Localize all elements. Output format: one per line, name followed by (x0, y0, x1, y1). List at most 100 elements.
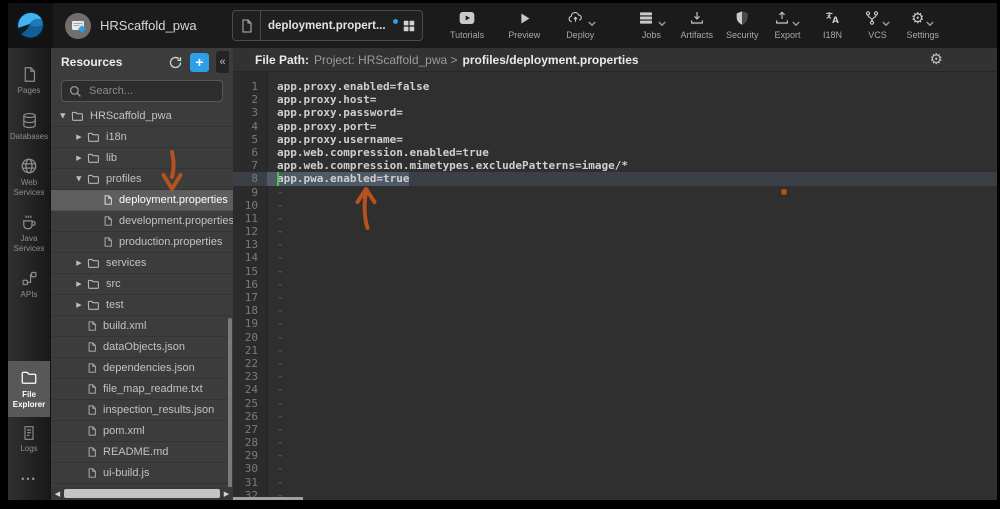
code-line[interactable]: 6app.web.compression.enabled=true (233, 146, 997, 159)
caret-collapsed-icon[interactable]: ▶ (73, 280, 85, 288)
code-line[interactable]: 3app.proxy.password= (233, 106, 997, 119)
play-icon (517, 11, 532, 26)
code-line[interactable]: 17- (233, 291, 997, 304)
tree-item-inspection-results-json[interactable]: inspection_results.json (51, 400, 233, 421)
code-line[interactable]: 12- (233, 225, 997, 238)
grid-icon[interactable] (402, 19, 416, 33)
code-line[interactable]: 25- (233, 397, 997, 410)
tree-item-src[interactable]: ▶src (51, 274, 233, 295)
folder-small-icon (71, 110, 84, 123)
code-line[interactable]: 20- (233, 331, 997, 344)
code-line[interactable]: 11- (233, 212, 997, 225)
code-line[interactable]: 1app.proxy.enabled=false (233, 80, 997, 93)
tree-item-pom-xml[interactable]: pom.xml (51, 421, 233, 442)
topbar-action-artifacts[interactable]: Artifacts (680, 9, 713, 40)
caret-expanded-icon[interactable]: ▶ (59, 110, 67, 122)
sidebar-item-logs[interactable]: Logs (8, 417, 50, 462)
search-input[interactable] (61, 80, 223, 102)
tree-item-dependencies-json[interactable]: dependencies.json (51, 358, 233, 379)
server-icon (636, 10, 656, 26)
code-line[interactable]: 9- (233, 186, 997, 199)
app-logo[interactable] (8, 3, 53, 48)
modified-indicator (393, 19, 398, 24)
code-line[interactable]: 2app.proxy.host= (233, 93, 997, 106)
sidebar-item-file-explorer[interactable]: File Explorer (8, 361, 50, 417)
code-line[interactable]: 19- (233, 317, 997, 330)
code-line[interactable]: 18- (233, 304, 997, 317)
tree-item-profiles[interactable]: ▶profiles (51, 169, 233, 190)
sidebar-item-pages[interactable]: Pages (8, 58, 50, 104)
sidebar-item-web-services[interactable]: Web Services (8, 149, 50, 205)
code-line[interactable]: 29- (233, 449, 997, 462)
code-line[interactable]: 16- (233, 278, 997, 291)
tab-deployment-properties[interactable]: deployment.propert... (232, 10, 423, 41)
code-line[interactable]: 5app.proxy.username= (233, 133, 997, 146)
sidebar-item-java-services[interactable]: Java Services (8, 205, 50, 261)
editor-settings-gear-icon[interactable]: ⚙ (930, 50, 943, 68)
tree-vertical-scrollbar[interactable] (228, 318, 232, 487)
tree-item-production-properties[interactable]: production.properties (51, 232, 233, 253)
code-line[interactable]: 22- (233, 357, 997, 370)
code-line[interactable]: 14- (233, 251, 997, 264)
resources-title: Resources (61, 55, 161, 69)
tree-item-file-map-readme-txt[interactable]: file_map_readme.txt (51, 379, 233, 400)
add-resource-button[interactable]: + (190, 53, 209, 72)
scroll-left-icon[interactable]: ◀ (53, 490, 62, 498)
tree-horizontal-scrollbar[interactable]: ◀ ▶ (51, 487, 233, 500)
coffee-icon (20, 213, 38, 231)
code-line[interactable]: 32- (233, 489, 997, 500)
topbar-action-tutorials[interactable]: Tutorials (450, 9, 484, 40)
caret-collapsed-icon[interactable]: ▶ (73, 259, 85, 267)
code-line[interactable]: 8app.pwa.enabled=true (233, 172, 997, 185)
tree-item-i18n[interactable]: ▶i18n (51, 127, 233, 148)
code-line[interactable]: 21- (233, 344, 997, 357)
code-editor[interactable]: 1app.proxy.enabled=false 2app.proxy.host… (233, 72, 997, 500)
code-line[interactable]: 27- (233, 423, 997, 436)
code-line[interactable]: 13- (233, 238, 997, 251)
sidebar-item-more[interactable]: ••• (8, 462, 50, 500)
code-line[interactable]: 24- (233, 383, 997, 396)
tree-item-deployment-properties[interactable]: deployment.properties (51, 190, 233, 211)
tree-item-services[interactable]: ▶services (51, 253, 233, 274)
topbar-action-settings[interactable]: ⚙ Settings (906, 9, 939, 40)
caret-collapsed-icon[interactable]: ▶ (73, 133, 85, 141)
code-line[interactable]: 7app.web.compression.mimetypes.excludePa… (233, 159, 997, 172)
file-small-icon (87, 425, 97, 437)
sidebar-item-databases[interactable]: Databases (8, 104, 50, 150)
tree-item-lib[interactable]: ▶lib (51, 148, 233, 169)
code-line[interactable]: 15- (233, 265, 997, 278)
code-line[interactable]: 31- (233, 476, 997, 489)
code-line[interactable]: 30- (233, 462, 997, 475)
code-line[interactable]: 4app.proxy.port= (233, 120, 997, 133)
refresh-icon[interactable] (168, 55, 183, 70)
topbar-action-jobs[interactable]: Jobs (635, 9, 667, 40)
code-line[interactable]: 26- (233, 410, 997, 423)
tree-item-hrscaffold-pwa[interactable]: ▶HRScaffold_pwa (51, 106, 233, 127)
scroll-right-icon[interactable]: ▶ (222, 490, 231, 498)
caret-collapsed-icon[interactable]: ▶ (73, 301, 85, 309)
tree-item-ui-build-js[interactable]: ui-build.js (51, 463, 233, 484)
topbar-action-deploy[interactable]: Deploy (564, 9, 596, 40)
tree-item-dataobjects-json[interactable]: dataObjects.json (51, 337, 233, 358)
scroll-thumb[interactable] (64, 489, 220, 498)
tree-item-build-xml[interactable]: build.xml (51, 316, 233, 337)
collapse-panel-button[interactable]: « (216, 51, 229, 73)
sidebar-item-apis[interactable]: APIs (8, 262, 50, 308)
tree-item-development-properties[interactable]: development.properties (51, 211, 233, 232)
topbar-action-i18n[interactable]: A I18N (816, 9, 848, 40)
code-line[interactable]: 10- (233, 199, 997, 212)
project-menu[interactable]: HRScaffold_pwa (65, 13, 197, 39)
caret-expanded-icon[interactable]: ▶ (75, 173, 83, 185)
topbar-action-preview[interactable]: Preview (508, 9, 540, 40)
tree-item-readme-md[interactable]: README.md (51, 442, 233, 463)
code-line[interactable]: 23- (233, 370, 997, 383)
download-icon (689, 10, 705, 26)
caret-collapsed-icon[interactable]: ▶ (73, 154, 85, 162)
file-path-value: profiles/deployment.properties (463, 53, 639, 67)
editor-horizontal-scrollbar[interactable] (233, 497, 303, 500)
tree-item-test[interactable]: ▶test (51, 295, 233, 316)
topbar-action-vcs[interactable]: VCS (861, 9, 893, 40)
topbar-action-export[interactable]: Export (771, 9, 803, 40)
code-line[interactable]: 28- (233, 436, 997, 449)
topbar-action-security[interactable]: Security (726, 9, 759, 40)
